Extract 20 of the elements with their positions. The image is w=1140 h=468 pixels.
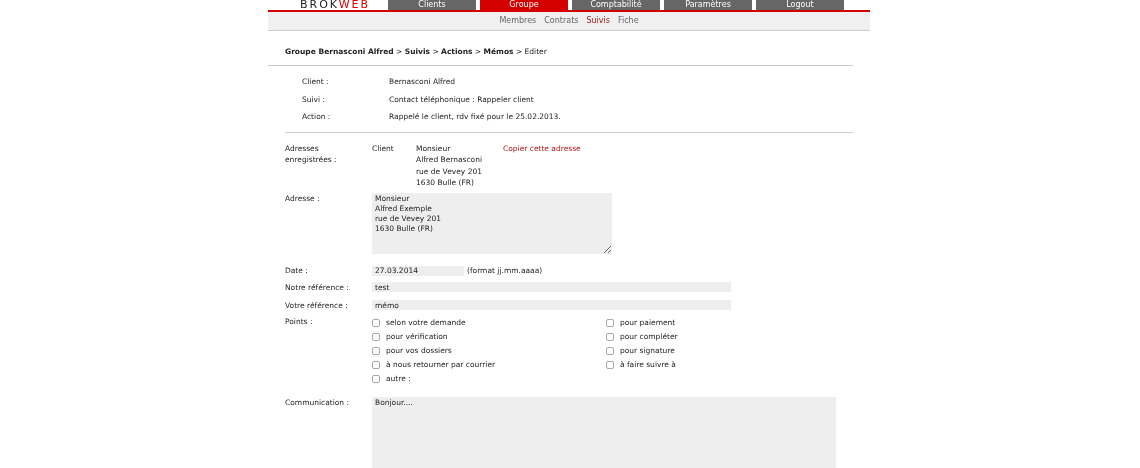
checkbox[interactable] <box>372 347 380 355</box>
checkbox[interactable] <box>372 361 380 369</box>
checkbox[interactable] <box>606 347 614 355</box>
logo[interactable]: BROKWEB <box>268 0 388 10</box>
main-tab[interactable]: Groupe <box>480 0 568 10</box>
main-tab[interactable]: Clients <box>388 0 476 10</box>
sub-tab[interactable]: Membres <box>499 15 537 27</box>
logo-text: BROKWEB <box>300 0 371 11</box>
checkbox[interactable] <box>606 333 614 341</box>
checkbox[interactable] <box>606 319 614 327</box>
checkbox[interactable] <box>372 319 380 327</box>
sub-tab[interactable]: Fiche <box>617 15 639 27</box>
checkbox[interactable] <box>372 333 380 341</box>
checkbox[interactable] <box>606 361 614 369</box>
main-tab[interactable]: Comptabilité <box>572 0 660 10</box>
main-tab[interactable]: Logout <box>756 0 844 10</box>
sub-tab[interactable]: Suivis <box>586 15 610 27</box>
main-tab[interactable]: Paramètres <box>664 0 752 10</box>
checkbox[interactable] <box>372 375 380 383</box>
sub-tab[interactable]: Contrats <box>544 15 579 27</box>
